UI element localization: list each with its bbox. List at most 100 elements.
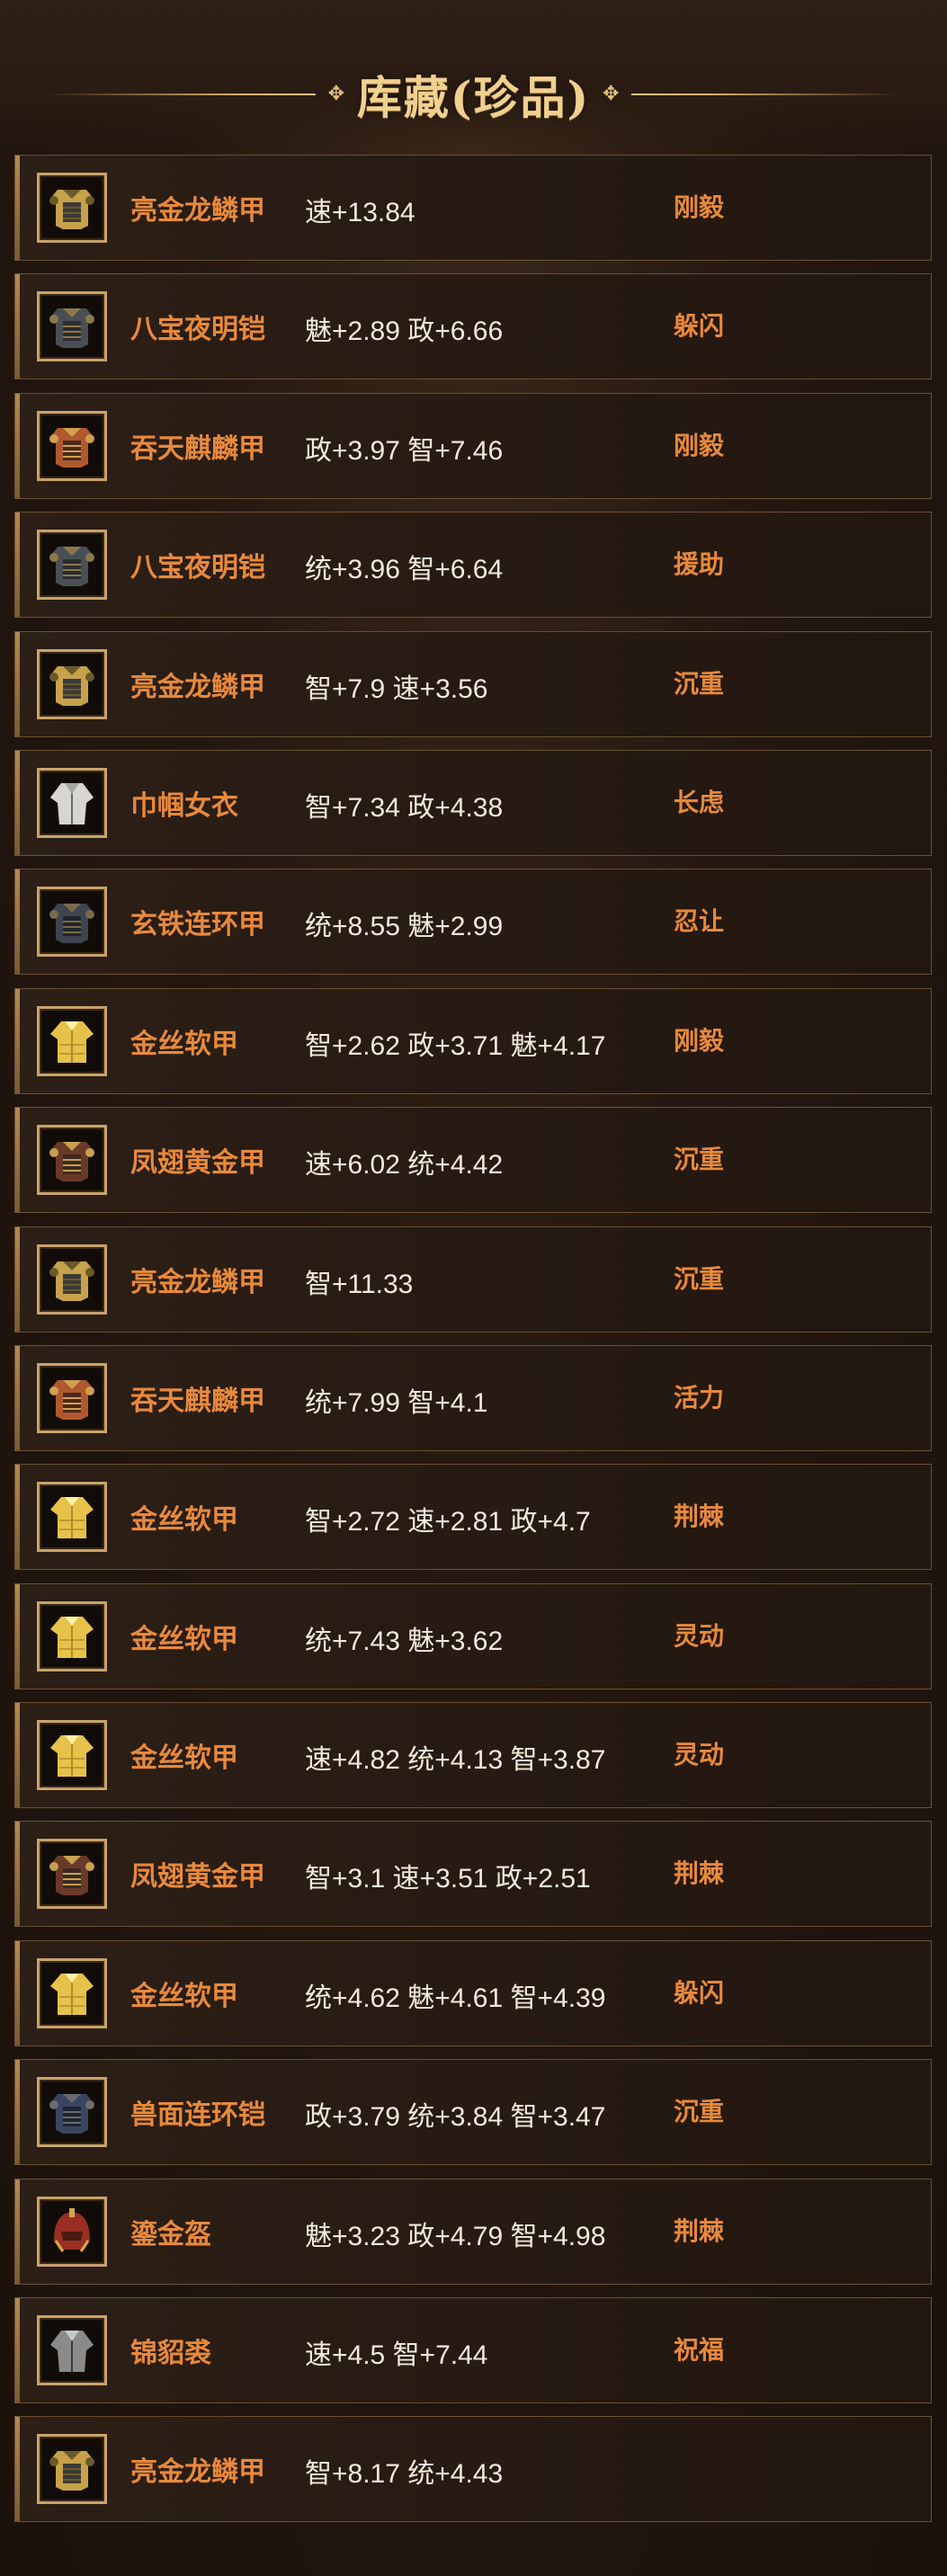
item-stats: 统+7.43 魅+3.62 xyxy=(305,1626,504,1656)
title-divider-left xyxy=(45,94,316,95)
list-item[interactable]: 锦貂裘 速+4.5 智+7.44 祝福 xyxy=(14,2297,932,2404)
header-banner: ✥ 库藏(珍品) ✥ xyxy=(0,0,947,153)
item-trait: 躲闪 xyxy=(674,311,725,342)
gold-scale-armor-icon xyxy=(37,648,107,719)
item-name: 巾帼女衣 xyxy=(130,789,238,822)
list-item[interactable]: 鎏金盔 魅+3.23 政+4.79 智+4.98 荆棘 xyxy=(14,2178,932,2285)
item-name: 亮金龙鳞甲 xyxy=(130,195,265,227)
page-title: 库藏(珍品) xyxy=(356,71,591,124)
item-name: 凤翅黄金甲 xyxy=(130,1147,265,1180)
list-item[interactable]: 吞天麒麟甲 统+7.99 智+4.1 活力 xyxy=(14,1344,932,1451)
list-item[interactable]: 亮金龙鳞甲 智+7.9 速+3.56 沉重 xyxy=(14,630,932,737)
item-trait: 沉重 xyxy=(674,1145,725,1175)
list-item[interactable]: 八宝夜明铠 统+3.96 智+6.64 援助 xyxy=(14,512,932,619)
red-armor-icon xyxy=(37,410,107,481)
item-trait: 躲闪 xyxy=(674,1977,725,2008)
red-armor-icon xyxy=(37,1362,107,1433)
gold-scale-armor-icon xyxy=(37,173,107,243)
item-name: 鎏金盔 xyxy=(130,2218,211,2251)
item-name: 锦貂裘 xyxy=(130,2338,211,2370)
item-name: 金丝软甲 xyxy=(130,1623,238,1655)
list-item[interactable]: 八宝夜明铠 魅+2.89 政+6.66 躲闪 xyxy=(14,273,932,380)
iron-chain-armor-icon xyxy=(37,887,107,958)
item-stats: 统+3.96 智+6.64 xyxy=(305,555,504,585)
item-name: 金丝软甲 xyxy=(130,1028,238,1060)
treasure-list: 亮金龙鳞甲 速+13.84 刚毅 八宝夜明铠 魅+2.89 政+6.66 躲闪 吞天麒麟甲政… xyxy=(14,155,932,2536)
list-item[interactable]: 亮金龙鳞甲 智+11.33 沉重 xyxy=(14,1226,932,1333)
list-item[interactable]: 亮金龙鳞甲 智+8.17 统+4.43 xyxy=(14,2416,932,2523)
item-trait: 沉重 xyxy=(674,1263,725,1294)
item-trait: 刚毅 xyxy=(674,192,725,222)
fur-coat-icon xyxy=(37,2315,107,2386)
item-stats: 智+11.33 xyxy=(305,1269,414,1299)
item-trait: 忍让 xyxy=(674,906,725,937)
title-divider-right xyxy=(631,94,902,95)
item-trait: 沉重 xyxy=(674,668,725,699)
item-trait: 灵动 xyxy=(674,1740,725,1770)
item-stats: 魅+3.23 政+4.79 智+4.98 xyxy=(305,2221,606,2251)
item-name: 金丝软甲 xyxy=(130,1504,238,1537)
item-stats: 统+4.62 魅+4.61 智+4.39 xyxy=(305,1983,606,2013)
white-robe-icon xyxy=(37,767,107,838)
list-item[interactable]: 金丝软甲 智+2.62 政+3.71 魅+4.17 刚毅 xyxy=(14,987,932,1094)
item-stats: 政+3.79 统+3.84 智+3.47 xyxy=(305,2102,606,2133)
list-item[interactable]: 金丝软甲 统+7.43 魅+3.62 灵动 xyxy=(14,1582,932,1689)
gold-scale-armor-icon xyxy=(37,2434,107,2505)
item-trait: 荆棘 xyxy=(674,2215,725,2246)
item-stats: 速+13.84 xyxy=(305,198,415,227)
item-stats: 智+7.9 速+3.56 xyxy=(305,673,488,704)
item-stats: 智+2.72 速+2.81 政+4.7 xyxy=(305,1507,591,1538)
item-name: 八宝夜明铠 xyxy=(130,552,265,584)
beast-chain-armor-icon xyxy=(37,2077,107,2148)
item-stats: 速+6.02 统+4.42 xyxy=(305,1150,504,1181)
item-trait: 荆棘 xyxy=(674,1858,725,1889)
phoenix-armor-icon xyxy=(37,1125,107,1196)
dark-armor-icon xyxy=(37,291,107,362)
item-stats: 智+2.62 政+3.71 魅+4.17 xyxy=(305,1030,606,1061)
phoenix-armor-icon xyxy=(37,1839,107,1910)
item-stats: 魅+2.89 政+6.66 xyxy=(305,316,504,347)
list-item[interactable]: 金丝软甲 速+4.82 统+4.13 智+3.87 灵动 xyxy=(14,1702,932,1809)
item-name: 亮金龙鳞甲 xyxy=(130,2456,265,2489)
item-trait: 活力 xyxy=(674,1382,725,1413)
item-trait: 刚毅 xyxy=(674,1025,725,1056)
gold-silk-armor-icon xyxy=(37,1482,107,1553)
item-stats: 统+7.99 智+4.1 xyxy=(305,1387,488,1418)
item-trait: 长虑 xyxy=(674,787,725,817)
item-name: 吞天麒麟甲 xyxy=(130,1385,265,1417)
item-stats: 智+7.34 政+4.38 xyxy=(305,792,504,823)
gold-silk-armor-icon xyxy=(37,1005,107,1076)
item-name: 吞天麒麟甲 xyxy=(130,432,265,465)
item-trait: 援助 xyxy=(674,549,725,580)
list-item[interactable]: 吞天麒麟甲 政+3.97 智+7.46 刚毅 xyxy=(14,392,932,499)
list-item[interactable]: 亮金龙鳞甲 速+13.84 刚毅 xyxy=(14,155,932,261)
item-trait: 灵动 xyxy=(674,1620,725,1651)
item-stats: 智+8.17 统+4.43 xyxy=(305,2459,504,2490)
list-item[interactable]: 巾帼女衣 智+7.34 政+4.38 长虑 xyxy=(14,749,932,856)
gilded-helmet-icon xyxy=(37,2196,107,2267)
item-name: 八宝夜明铠 xyxy=(130,314,265,346)
item-stats: 智+3.1 速+3.51 政+2.51 xyxy=(305,1864,591,1894)
list-item[interactable]: 玄铁连环甲 统+8.55 魅+2.99 忍让 xyxy=(14,869,932,976)
item-stats: 政+3.97 智+7.46 xyxy=(305,435,504,466)
list-item[interactable]: 金丝软甲 智+2.72 速+2.81 政+4.7 荆棘 xyxy=(14,1464,932,1571)
gold-silk-armor-icon xyxy=(37,1600,107,1671)
item-name: 凤翅黄金甲 xyxy=(130,1861,265,1894)
list-item[interactable]: 兽面连环铠 政+3.79 统+3.84 智+3.47 沉重 xyxy=(14,2059,932,2166)
item-trait: 荆棘 xyxy=(674,1502,725,1532)
item-trait: 祝福 xyxy=(674,2335,725,2366)
title-bar: ✥ 库藏(珍品) ✥ xyxy=(0,63,947,126)
list-item[interactable]: 金丝软甲 统+4.62 魅+4.61 智+4.39 躲闪 xyxy=(14,1939,932,2046)
item-name: 金丝软甲 xyxy=(130,1980,238,2012)
gold-scale-armor-icon xyxy=(37,1243,107,1315)
list-item[interactable]: 凤翅黄金甲 速+6.02 统+4.42 沉重 xyxy=(14,1107,932,1214)
item-stats: 统+8.55 魅+2.99 xyxy=(305,912,504,942)
dark-armor-icon xyxy=(37,530,107,601)
list-item[interactable]: 凤翅黄金甲 智+3.1 速+3.51 政+2.51 荆棘 xyxy=(14,1821,932,1928)
item-stats: 速+4.5 智+7.44 xyxy=(305,2340,488,2371)
item-name: 金丝软甲 xyxy=(130,1743,238,1775)
gold-silk-armor-icon xyxy=(37,1720,107,1791)
item-name: 兽面连环铠 xyxy=(130,2099,265,2132)
ornament-left-icon: ✥ xyxy=(327,83,345,105)
ornament-right-icon: ✥ xyxy=(602,83,620,105)
